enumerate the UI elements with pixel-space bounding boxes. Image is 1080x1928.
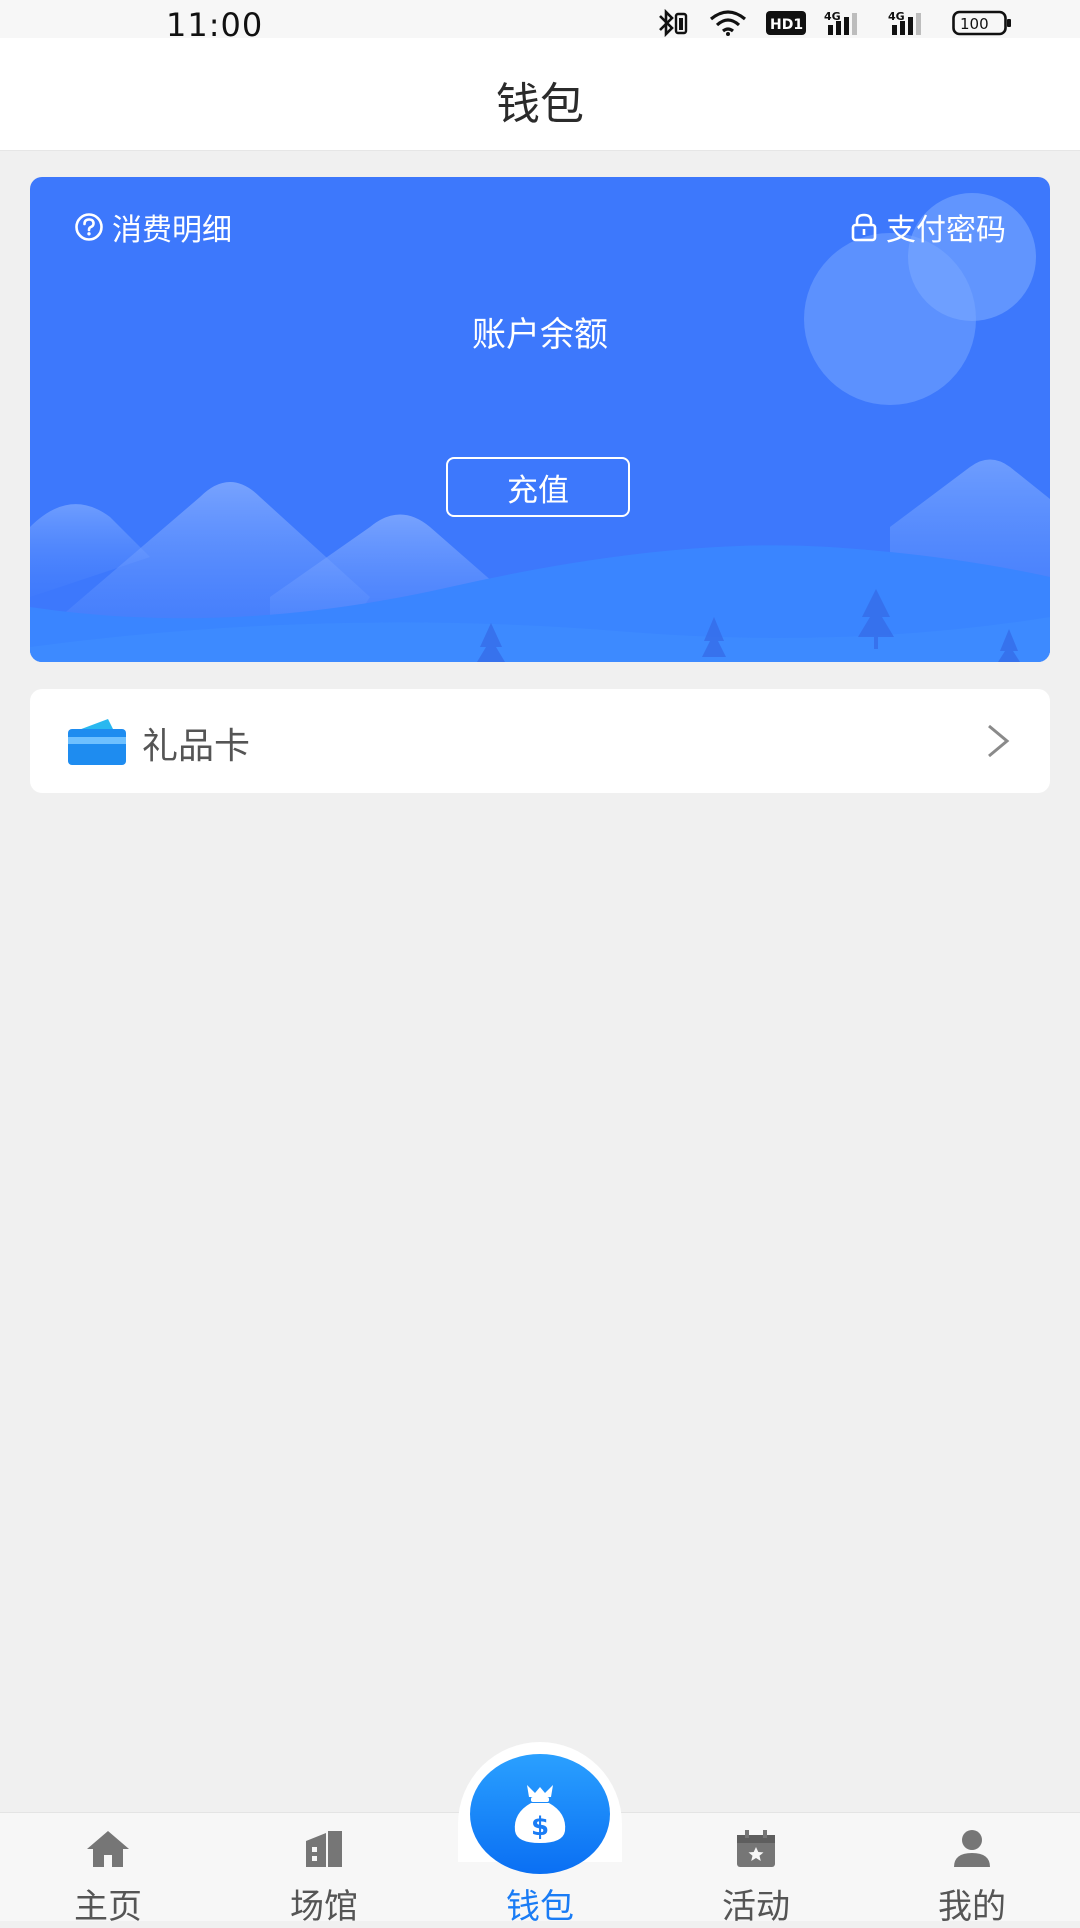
chevron-right-icon <box>988 724 1010 758</box>
page-title: 钱包 <box>496 79 584 130</box>
user-icon <box>954 1830 990 1867</box>
wallet-tab-button[interactable]: $ <box>470 1754 610 1874</box>
svg-text:$: $ <box>531 1812 549 1842</box>
nav-item-profile[interactable]: 我的 <box>864 1813 1080 1927</box>
nav-item-venues[interactable]: 场馆 <box>216 1813 432 1927</box>
card-background-illustration <box>30 193 1050 662</box>
svg-text:100: 100 <box>960 15 989 33</box>
consumption-details-link[interactable]: 消费明细 <box>74 205 232 249</box>
account-balance-label: 账户余额 <box>472 315 608 355</box>
battery-icon: 100 <box>952 10 1011 36</box>
lock-icon <box>851 213 877 242</box>
nav-label-home: 主页 <box>74 1887 142 1927</box>
building-icon <box>306 1831 342 1867</box>
nav-item-home[interactable]: 主页 <box>0 1813 216 1927</box>
bluetooth-icon <box>659 9 688 37</box>
card-icon <box>68 719 126 765</box>
signal-icon: 4G <box>888 10 921 35</box>
nav-item-activities[interactable]: 活动 <box>648 1813 864 1927</box>
recharge-button[interactable]: 充值 <box>446 457 630 517</box>
wifi-icon <box>709 10 747 36</box>
calendar-star-icon <box>737 1830 775 1867</box>
nav-label-profile: 我的 <box>938 1887 1006 1927</box>
money-bag-icon: $ <box>514 1785 566 1843</box>
question-circle-icon <box>75 213 103 241</box>
consumption-details-label: 消费明细 <box>112 213 232 248</box>
nav-label-wallet: 钱包 <box>506 1887 574 1927</box>
payment-password-label: 支付密码 <box>886 213 1006 248</box>
svg-text:HD1: HD1 <box>770 17 803 33</box>
signal-icon: 4G <box>824 10 857 35</box>
gift-card-row[interactable]: 礼品卡 <box>30 689 1050 793</box>
nav-label-activities: 活动 <box>722 1887 790 1927</box>
gift-card-label: 礼品卡 <box>142 726 251 767</box>
nav-label-venues: 场馆 <box>290 1887 358 1927</box>
payment-password-link[interactable]: 支付密码 <box>850 205 1006 249</box>
wallet-card: 消费明细 支付密码 账户余额 充值 <box>30 177 1050 662</box>
title-bar: 钱包 <box>0 38 1080 151</box>
hd-icon: HD1 <box>766 11 806 35</box>
status-icons: HD1 4G 4G 100 <box>654 8 1012 38</box>
home-icon <box>87 1831 129 1867</box>
status-bar: 11:00 HD1 4G 4G 100 <box>0 0 1080 44</box>
